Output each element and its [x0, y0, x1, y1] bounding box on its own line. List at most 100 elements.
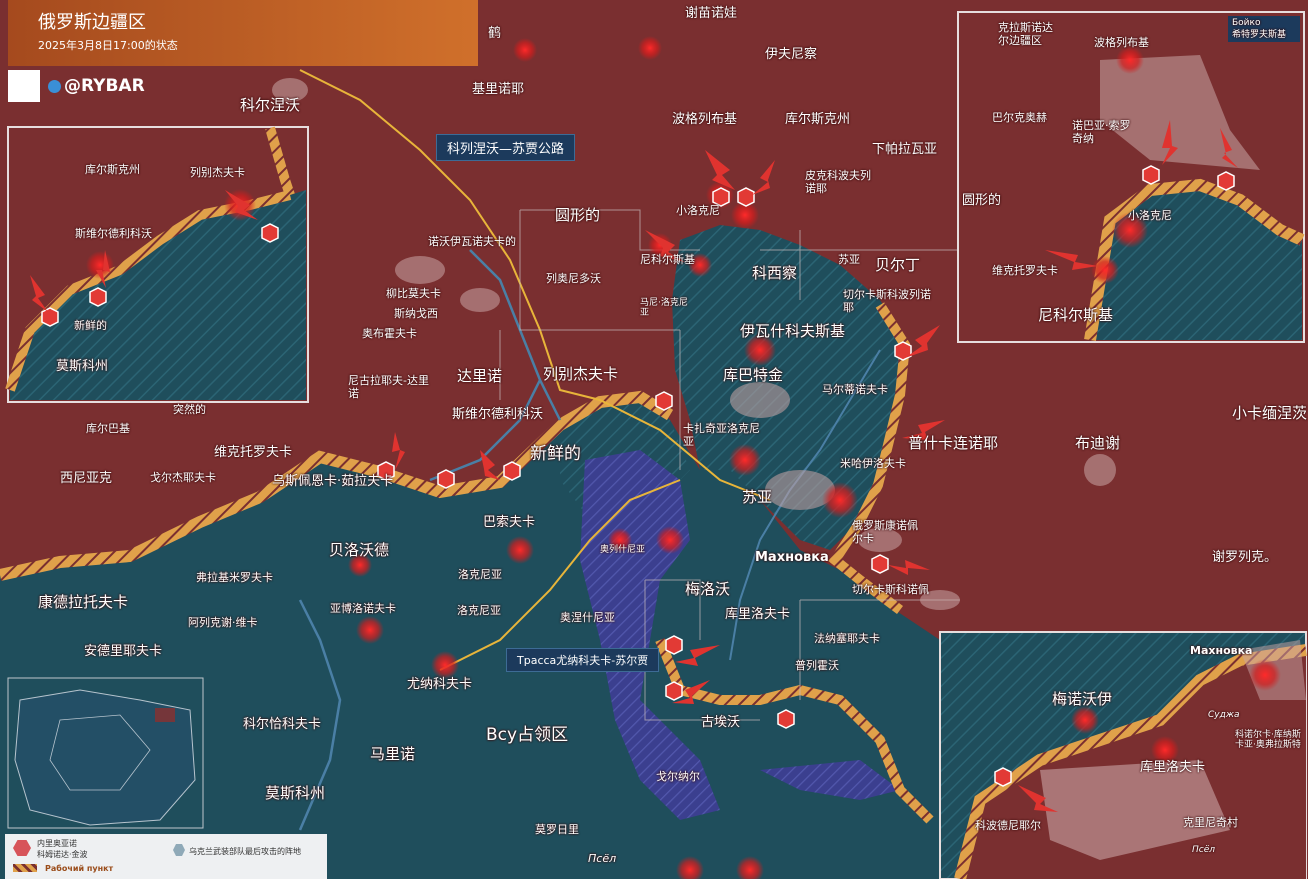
road-label-yunakovka-sudzha: Трасса尤纳科夫卡-苏尔贾: [506, 648, 660, 672]
brand-bar: @RYBAR: [8, 70, 228, 106]
place-label: 梅洛沃: [685, 580, 731, 598]
inset-left-label: 新鲜的: [74, 319, 107, 332]
inset-bottom-right-label: Суджа: [1208, 710, 1240, 720]
place-label: 圆形的: [555, 206, 601, 224]
place-label: 马尔蒂诺夫卡: [822, 383, 888, 396]
place-label: 维克托罗夫卡: [214, 445, 293, 460]
place-label: 小卡缅涅茨: [1232, 404, 1308, 422]
place-label: 伊瓦什科夫斯基: [740, 322, 846, 340]
inset-left-label: 列别杰夫卡: [190, 166, 245, 179]
place-label: 切尔卡斯科波列诺耶: [843, 288, 931, 314]
place-label: Махновка: [755, 550, 829, 565]
inset-top-right-label: 巴尔克奥赫: [992, 111, 1047, 124]
place-label: 斯纳戈西: [394, 307, 438, 320]
place-label: 马尼·洛克尼亚: [640, 298, 688, 319]
inset-top-right-label: 克拉斯诺达尔边疆区: [998, 21, 1053, 47]
place-label: 尼古拉耶夫-达里诺: [348, 374, 429, 400]
place-label: 苏亚: [742, 488, 773, 506]
inset-top-right-label: 小洛克尼: [1128, 209, 1172, 222]
place-label: 莫罗日里: [535, 823, 579, 836]
inset-bottom-right-label: 梅诺沃伊: [1052, 690, 1113, 708]
place-label: 贝尔丁: [875, 256, 921, 274]
place-label: 奥涅什尼亚: [560, 611, 615, 624]
brand-handle: @RYBAR: [64, 76, 145, 96]
place-label: 科西察: [752, 264, 798, 282]
place-label: 鹤: [488, 26, 502, 41]
map-timestamp: 2025年3月8日17:00的状态: [38, 39, 178, 52]
place-label: 切尔卡斯科诺佩: [852, 583, 929, 596]
inset-top-right-label: 希特罗夫斯基: [1232, 30, 1287, 40]
place-label: 皮克科波夫列诺耶: [805, 169, 871, 195]
place-label: 库尔巴基: [86, 422, 130, 435]
place-label: 下帕拉瓦亚: [872, 142, 938, 157]
frontline-legend-icon: [13, 864, 37, 872]
place-label: 列奥尼多沃: [546, 272, 601, 285]
place-label: 巴索夫卡: [483, 515, 536, 530]
inset-top-right-label: 波格列布基: [1094, 36, 1149, 49]
legend-label: 乌克兰武装部队最后攻击的阵地: [189, 847, 301, 856]
place-label: 尤纳科夫卡: [407, 677, 473, 692]
inset-bottom-right-label: 科波德尼耶尔: [975, 819, 1041, 832]
place-label: 库里洛夫卡: [725, 607, 791, 622]
inset-left-panel: [5, 126, 309, 403]
telegram-icon: [48, 80, 61, 93]
inset-bottom-right-label: 科诺尔卡·库纳斯卡亚·奥弗拉斯特: [1235, 730, 1301, 751]
inset-bottom-right-label: Махновка: [1190, 644, 1253, 657]
inset-bottom-right-label: 克里尼奇村: [1183, 816, 1238, 829]
inset-top-right-label: 尼科尔斯基: [1038, 306, 1114, 324]
inset-bottom-right-panel: [939, 631, 1307, 879]
place-label: 米哈伊洛夫卡: [840, 457, 906, 470]
overview-minimap: [7, 677, 204, 829]
inset-top-right-label: 诺巴亚·索罗奇纳: [1072, 119, 1131, 145]
place-label: 法纳塞耶夫卡: [814, 632, 880, 645]
place-label: 谢罗列克。: [1212, 550, 1278, 565]
map-title: 俄罗斯边疆区: [38, 12, 146, 33]
place-label: 俄罗斯康诺佩尔卡: [852, 519, 918, 545]
inset-top-right-label: 圆形的: [962, 193, 1002, 208]
place-label: 诺沃伊瓦诺夫卡的: [428, 235, 516, 248]
place-label: 莫斯科州: [265, 784, 326, 802]
place-label: 亚博洛诺夫卡: [330, 602, 396, 615]
place-label: 斯维尔德利科沃: [452, 407, 544, 422]
place-label: 普列霍沃: [795, 659, 839, 672]
place-label: 达里诺: [457, 367, 503, 385]
place-label: 尼科尔斯基: [640, 253, 695, 266]
inset-top-right-panel: [957, 11, 1305, 343]
place-label: 苏亚: [838, 253, 860, 266]
place-label: 布迪谢: [1075, 434, 1121, 452]
place-label: 乌斯佩恩卡·茹拉夫卡: [272, 474, 394, 489]
qr-code-icon: [8, 70, 40, 102]
place-label: 西尼亚克: [60, 471, 113, 486]
legend-label: 内里奥亚诺: [37, 839, 77, 848]
place-label: 柳比莫夫卡: [386, 287, 441, 300]
place-label: 谢苗诺娃: [685, 6, 738, 21]
place-label: 伊夫尼察: [765, 47, 818, 62]
place-label: 科尔恰科夫卡: [243, 717, 322, 732]
road-label-korenevo-sudzha: 科列涅沃—苏贾公路: [436, 134, 576, 161]
position-legend-icon: [173, 844, 185, 856]
place-label: 奥布霍夫卡: [362, 327, 417, 340]
strike-legend-icon: [13, 840, 31, 856]
place-label: 列别杰夫卡: [543, 365, 619, 383]
place-label: 小洛克尼: [676, 204, 720, 217]
place-label: 戈尔杰耶夫卡: [150, 471, 216, 484]
place-label: 普什卡连诺耶: [908, 434, 999, 452]
legend: 内里奥亚诺 科姆诺达·金波 乌克兰武装部队最后攻击的阵地 Рабочий пун…: [5, 834, 327, 879]
place-label: 安德里耶夫卡: [84, 644, 163, 659]
inset-left-label: 莫斯科州: [56, 359, 109, 374]
legend-label: Рабочий пункт: [45, 864, 114, 873]
place-label: 库尔斯克州: [785, 112, 851, 127]
place-label: 库巴特金: [723, 366, 784, 384]
place-label: 弗拉基米罗夫卡: [196, 571, 273, 584]
place-label: 波格列布基: [672, 112, 738, 127]
place-label: 新鲜的: [530, 444, 581, 464]
inset-bottom-right-label: 库里洛夫卡: [1140, 760, 1206, 775]
place-label: 洛克尼亚: [458, 568, 502, 581]
inset-top-right-label: Бойко: [1232, 18, 1261, 28]
place-label: 古埃沃: [701, 715, 741, 730]
river-label: Псёл: [588, 852, 617, 865]
place-label: 阿列克谢·维卡: [188, 616, 258, 629]
place-label: 基里诺耶: [472, 82, 525, 97]
place-label: 戈尔纳尔: [656, 770, 700, 783]
place-label: 马里诺: [370, 745, 416, 763]
